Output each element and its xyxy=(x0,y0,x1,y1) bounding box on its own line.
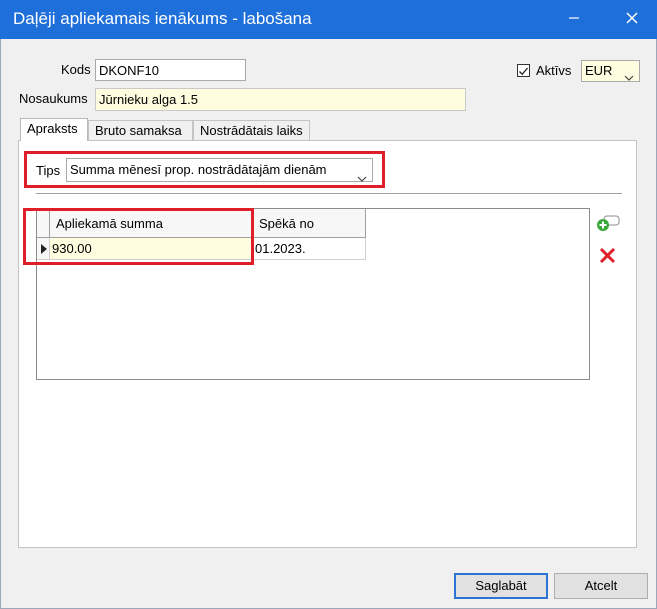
add-row-button[interactable] xyxy=(595,210,621,236)
add-row-icon xyxy=(597,215,620,231)
title-bar: Daļēji apliekamais ienākums - labošana xyxy=(0,0,657,39)
table-cell-speka-no[interactable]: 01.2023. xyxy=(253,238,366,260)
cancel-button[interactable]: Atcelt xyxy=(554,573,648,599)
tab-bruto-samaksa[interactable]: Bruto samaksa xyxy=(88,120,193,141)
aktivs-checkbox[interactable] xyxy=(517,64,530,77)
nosaukums-label: Nosaukums xyxy=(19,91,88,106)
highlight-box-apliekama-summa xyxy=(23,208,254,265)
column-header-speka-no[interactable]: Spēkā no xyxy=(253,209,366,238)
aktivs-label: Aktīvs xyxy=(536,63,572,78)
close-icon[interactable] xyxy=(617,8,647,32)
nosaukums-field[interactable]: Jūrnieku alga 1.5 xyxy=(95,88,466,111)
chevron-down-icon xyxy=(624,67,634,86)
save-button[interactable]: Saglabāt xyxy=(454,573,548,599)
tab-apraksts[interactable]: Apraksts xyxy=(20,118,88,141)
checkmark-icon xyxy=(519,67,528,76)
currency-value: EUR xyxy=(585,63,613,78)
minimize-icon[interactable] xyxy=(559,8,589,32)
tab-apraksts-label: Apraksts xyxy=(27,121,78,136)
kods-label: Kods xyxy=(61,62,91,77)
tab-bruto-samaksa-label: Bruto samaksa xyxy=(95,123,182,138)
separator-line xyxy=(36,193,622,194)
highlight-box-tips xyxy=(24,151,385,188)
tab-nostradatais-laiks[interactable]: Nostrādātais laiks xyxy=(193,120,310,141)
tab-nostradatais-laiks-label: Nostrādātais laiks xyxy=(200,123,303,138)
window-title: Daļēji apliekamais ienākums - labošana xyxy=(13,9,312,28)
delete-row-icon xyxy=(599,247,616,264)
delete-row-button[interactable] xyxy=(595,242,621,268)
kods-field[interactable]: DKONF10 xyxy=(95,59,246,81)
currency-select[interactable]: EUR xyxy=(581,60,640,82)
